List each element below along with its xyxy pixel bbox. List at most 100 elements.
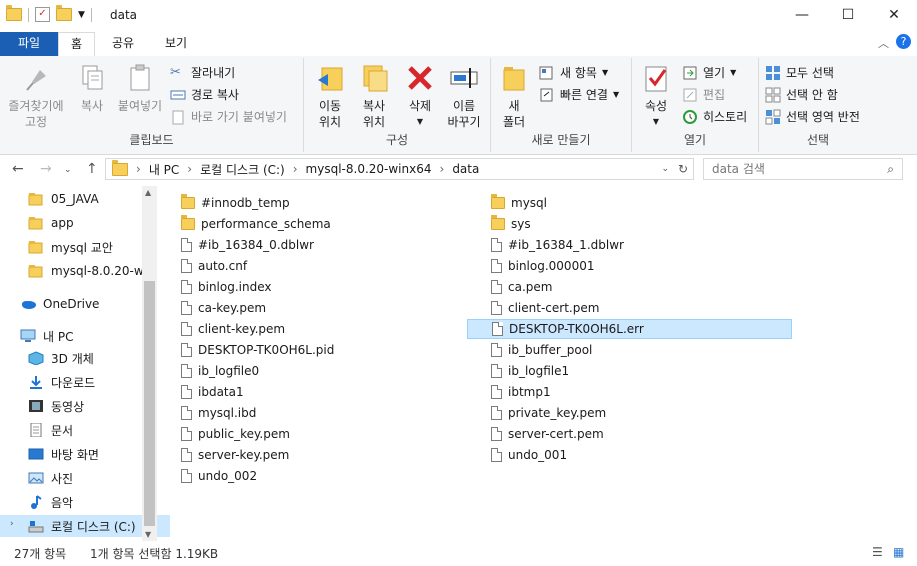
- help-icon[interactable]: ?: [896, 34, 911, 49]
- divider: [28, 7, 29, 22]
- new-folder-icon[interactable]: [56, 5, 72, 21]
- delete-dropdown-icon[interactable]: ▼: [400, 114, 440, 130]
- item-name: DESKTOP-TK0OH6L.err: [509, 322, 644, 336]
- file-item[interactable]: DESKTOP-TK0OH6L.err: [467, 319, 792, 339]
- tab-view[interactable]: 보기: [153, 32, 199, 55]
- collapse-ribbon-icon[interactable]: ︿: [878, 35, 889, 51]
- nav-item[interactable]: 내 PC: [0, 325, 162, 347]
- file-item[interactable]: binlog.000001: [467, 256, 792, 276]
- search-input[interactable]: data 검색 ⌕: [703, 158, 903, 180]
- properties-check-icon[interactable]: ✓: [35, 7, 50, 22]
- recent-locations-icon[interactable]: ⌄: [64, 165, 72, 175]
- pin-to-quick-access-button[interactable]: 즐겨찾기에 고정: [6, 62, 66, 130]
- organize-group-label: 구성: [385, 133, 409, 147]
- file-item[interactable]: undo_001: [467, 445, 792, 465]
- nav-scrollbar[interactable]: ▲ ▼: [142, 186, 157, 541]
- properties-dropdown-icon[interactable]: ▼: [636, 114, 676, 130]
- breadcrumb-local-disk[interactable]: 로컬 디스크 (C:): [200, 161, 285, 178]
- move-to-button[interactable]: 이동 위치: [308, 62, 352, 130]
- delete-button[interactable]: 삭제 ▼: [400, 62, 440, 130]
- address-bar[interactable]: › 내 PC › 로컬 디스크 (C:) › mysql-8.0.20-winx…: [105, 158, 694, 180]
- new-item-button[interactable]: 새 항목 ▼: [539, 64, 608, 81]
- file-item[interactable]: DESKTOP-TK0OH6L.pid: [157, 340, 457, 360]
- forward-button[interactable]: →: [40, 161, 52, 177]
- folder-item[interactable]: #innodb_temp: [157, 193, 457, 213]
- clipboard-group: 즐겨찾기에 고정 복사 붙여넣기 ✂ 잘라내기 경로 복사 바로 가기 붙여넣기…: [0, 58, 304, 152]
- file-icon: [492, 322, 503, 336]
- scroll-down-icon[interactable]: ▼: [145, 530, 151, 539]
- paste-shortcut-button[interactable]: 바로 가기 붙여넣기: [170, 108, 287, 125]
- nav-item[interactable]: OneDrive: [0, 293, 162, 315]
- select-all-button[interactable]: 모두 선택: [765, 64, 834, 81]
- nav-item-label: 3D 개체: [51, 351, 94, 366]
- file-item[interactable]: binlog.index: [157, 277, 457, 297]
- item-name: sys: [511, 217, 531, 231]
- file-item[interactable]: ib_logfile1: [467, 361, 792, 381]
- breadcrumb-this-pc[interactable]: 내 PC: [149, 161, 179, 178]
- file-item[interactable]: public_key.pem: [157, 424, 457, 444]
- refresh-icon[interactable]: ↻: [678, 162, 688, 176]
- file-item[interactable]: ibtmp1: [467, 382, 792, 402]
- move-to-icon: [314, 62, 346, 94]
- copy-path-button[interactable]: 경로 복사: [170, 86, 239, 103]
- file-item[interactable]: ca.pem: [467, 277, 792, 297]
- folder-item[interactable]: performance_schema: [157, 214, 457, 234]
- copy-button[interactable]: 복사: [70, 62, 114, 114]
- properties-button[interactable]: 속성 ▼: [636, 62, 676, 130]
- tab-home[interactable]: 홈: [58, 32, 96, 57]
- select-none-icon: [765, 87, 781, 103]
- search-placeholder: data 검색: [712, 162, 765, 176]
- file-item[interactable]: private_key.pem: [467, 403, 792, 423]
- rename-button[interactable]: 이름 바꾸기: [442, 62, 486, 130]
- scroll-thumb[interactable]: [144, 281, 155, 526]
- cut-button[interactable]: ✂ 잘라내기: [170, 64, 235, 81]
- maximize-button[interactable]: ☐: [825, 0, 871, 32]
- scroll-up-icon[interactable]: ▲: [145, 188, 151, 197]
- file-icon: [181, 364, 192, 378]
- open-button[interactable]: 열기 ▼: [682, 64, 736, 81]
- up-button[interactable]: ↑: [86, 161, 98, 177]
- back-button[interactable]: ←: [12, 161, 24, 177]
- file-item[interactable]: ib_logfile0: [157, 361, 457, 381]
- history-button[interactable]: 히스토리: [682, 108, 747, 125]
- file-item[interactable]: server-key.pem: [157, 445, 457, 465]
- file-item[interactable]: ib_buffer_pool: [467, 340, 792, 360]
- large-icons-view-icon[interactable]: ▦: [893, 545, 904, 559]
- copy-icon: [76, 62, 108, 94]
- easy-access-button[interactable]: 빠른 연결 ▼: [539, 86, 619, 103]
- details-view-icon[interactable]: ☰: [872, 545, 883, 559]
- 3d-objects-icon: [28, 351, 44, 366]
- edit-icon: [682, 87, 698, 103]
- address-dropdown-icon[interactable]: ⌄: [661, 164, 669, 174]
- folder-item[interactable]: mysql: [467, 193, 792, 213]
- file-item[interactable]: ibdata1: [157, 382, 457, 402]
- close-button[interactable]: ✕: [871, 0, 917, 32]
- item-name: private_key.pem: [508, 406, 607, 420]
- tab-file[interactable]: 파일: [0, 32, 58, 56]
- select-none-button[interactable]: 선택 안 함: [765, 86, 838, 103]
- expand-chevron-icon[interactable]: ›: [10, 519, 14, 529]
- file-item[interactable]: client-cert.pem: [467, 298, 792, 318]
- edit-button[interactable]: 편집: [682, 86, 725, 103]
- nav-item-label: 다운로드: [51, 375, 96, 390]
- item-name: undo_001: [508, 448, 568, 462]
- tab-share[interactable]: 공유: [100, 32, 146, 55]
- document-icon: [28, 422, 44, 438]
- file-item[interactable]: client-key.pem: [157, 319, 457, 339]
- folder-item[interactable]: sys: [467, 214, 792, 234]
- file-item[interactable]: auto.cnf: [157, 256, 457, 276]
- breadcrumb-data[interactable]: data: [452, 162, 479, 176]
- qat-dropdown-icon[interactable]: ▼: [78, 10, 85, 20]
- minimize-button[interactable]: —: [779, 0, 825, 32]
- new-folder-button[interactable]: 새 폴더: [497, 62, 531, 130]
- file-item[interactable]: mysql.ibd: [157, 403, 457, 423]
- file-item[interactable]: ca-key.pem: [157, 298, 457, 318]
- file-item[interactable]: #ib_16384_0.dblwr: [157, 235, 457, 255]
- file-item[interactable]: undo_002: [157, 466, 457, 486]
- file-item[interactable]: #ib_16384_1.dblwr: [467, 235, 792, 255]
- file-item[interactable]: server-cert.pem: [467, 424, 792, 444]
- breadcrumb-mysql[interactable]: mysql-8.0.20-winx64: [306, 162, 432, 176]
- copy-to-button[interactable]: 복사 위치: [352, 62, 396, 130]
- invert-selection-button[interactable]: 선택 영역 반전: [765, 108, 860, 125]
- paste-button[interactable]: 붙여넣기: [114, 62, 166, 114]
